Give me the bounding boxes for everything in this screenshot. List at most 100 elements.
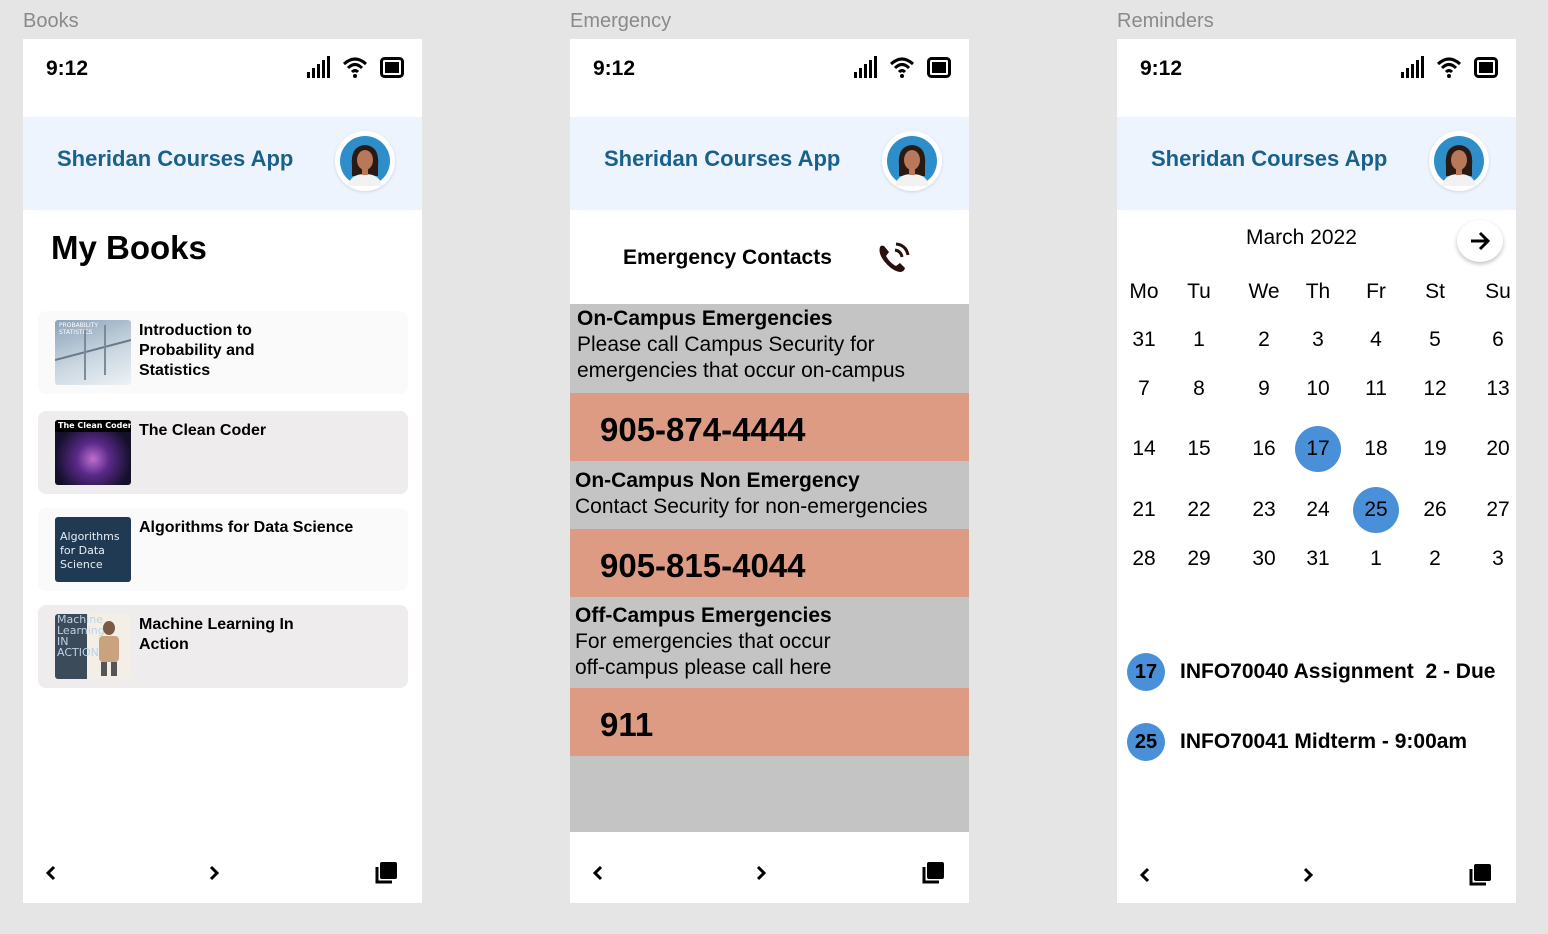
page-title: My Books: [51, 229, 207, 266]
weekday-label: St: [1425, 280, 1445, 303]
section-description: For emergencies that occur: [575, 630, 831, 653]
wifi-icon: [889, 56, 915, 83]
chevron-right-icon[interactable]: [1292, 859, 1324, 891]
bottom-nav: [23, 843, 422, 903]
section-off-campus: Off-Campus Emergencies For emergencies t…: [575, 603, 969, 681]
status-time: 9:12: [46, 57, 89, 80]
phone-ringing-icon[interactable]: [876, 241, 914, 280]
battery-icon: [927, 56, 951, 83]
avatar[interactable]: [335, 131, 395, 191]
emergency-screen: 9:12 Sheridan Courses App Emergency Cont…: [570, 39, 969, 903]
reminder-day-badge: 17: [1127, 653, 1165, 691]
app-title: Sheridan Courses App: [57, 146, 294, 171]
calendar-day[interactable]: 9: [1241, 366, 1287, 412]
phone-number[interactable]: 905-874-4444: [600, 411, 806, 449]
book-item[interactable]: The Clean Coder The Clean Coder: [38, 411, 408, 494]
reminder-item[interactable]: 25 INFO70041 Midterm - 9:00am: [1127, 723, 1467, 761]
section-title: On-Campus Non Emergency: [575, 469, 860, 492]
weekday-label: Su: [1485, 280, 1511, 303]
calendar-day[interactable]: 2: [1241, 317, 1287, 363]
book-item[interactable]: Algorithms for Data Science Algorithms f…: [38, 508, 408, 591]
calendar-day[interactable]: 10: [1295, 366, 1341, 412]
battery-icon: [380, 56, 404, 83]
bottom-nav: [570, 843, 969, 903]
calendar-day[interactable]: 14: [1121, 426, 1167, 472]
calendar-day[interactable]: 6: [1475, 317, 1516, 363]
calendar-day[interactable]: 18: [1353, 426, 1399, 472]
calendar-day[interactable]: 2: [1412, 536, 1458, 582]
calendar-day[interactable]: 15: [1176, 426, 1222, 472]
section-title: Off-Campus Emergencies: [575, 604, 832, 627]
calendar-day[interactable]: 12: [1412, 366, 1458, 412]
calendar-day[interactable]: 23: [1241, 487, 1287, 533]
chevron-right-icon[interactable]: [745, 857, 777, 889]
calendar-day[interactable]: 1: [1176, 317, 1222, 363]
book-cover: The Clean Coder: [55, 420, 131, 485]
reminder-item[interactable]: 17 INFO70040 Assignment 2 - Due: [1127, 653, 1495, 691]
calendar-day[interactable]: 27: [1475, 487, 1516, 533]
phone-number[interactable]: 905-815-4044: [600, 547, 806, 585]
book-item[interactable]: PROBABILITY STATISTICS Introduction to P…: [38, 311, 408, 394]
phone-number-row[interactable]: 911: [570, 688, 969, 756]
avatar[interactable]: [882, 131, 942, 191]
copy-icon[interactable]: [1464, 859, 1496, 891]
frame-label-reminders: Reminders: [1117, 10, 1214, 32]
chevron-left-icon[interactable]: [35, 857, 67, 889]
bottom-nav: [1117, 843, 1516, 903]
copy-icon[interactable]: [917, 857, 949, 889]
reminder-text: INFO70040 Assignment 2 - Due: [1180, 660, 1496, 683]
signal-icon: [853, 56, 877, 83]
weekday-label: Mo: [1129, 280, 1159, 303]
wifi-icon: [1436, 56, 1462, 83]
calendar-day[interactable]: 24: [1295, 487, 1341, 533]
signal-icon: [306, 56, 330, 83]
reminder-text: INFO70041 Midterm - 9:00am: [1180, 730, 1468, 753]
avatar[interactable]: [1429, 131, 1489, 191]
calendar-day[interactable]: 30: [1241, 536, 1287, 582]
phone-number-row[interactable]: 905-874-4444: [570, 393, 969, 461]
calendar-day[interactable]: 22: [1176, 487, 1222, 533]
book-cover: PROBABILITY STATISTICS: [55, 320, 131, 385]
weekday-label: Fr: [1366, 280, 1386, 303]
calendar-day-highlighted[interactable]: 25: [1353, 487, 1399, 533]
arrow-right-icon[interactable]: [1457, 220, 1503, 262]
calendar-day[interactable]: 21: [1121, 487, 1167, 533]
wifi-icon: [342, 56, 368, 83]
calendar-day[interactable]: 19: [1412, 426, 1458, 472]
calendar-day[interactable]: 8: [1176, 366, 1222, 412]
calendar-day[interactable]: 31: [1121, 317, 1167, 363]
chevron-right-icon[interactable]: [198, 857, 230, 889]
calendar-day[interactable]: 28: [1121, 536, 1167, 582]
calendar-day[interactable]: 26: [1412, 487, 1458, 533]
app-header: Sheridan Courses App: [570, 117, 969, 210]
calendar-day[interactable]: 3: [1475, 536, 1516, 582]
copy-icon[interactable]: [370, 857, 402, 889]
phone-number-row[interactable]: 905-815-4044: [570, 529, 969, 597]
book-item[interactable]: Machine Learning IN ACTION Machine Learn…: [38, 605, 408, 688]
chevron-left-icon[interactable]: [582, 857, 614, 889]
section-description: Contact Security for non-emergencies: [575, 495, 928, 518]
calendar-day[interactable]: 7: [1121, 366, 1167, 412]
calendar-day[interactable]: 1: [1353, 536, 1399, 582]
app-title: Sheridan Courses App: [604, 146, 841, 171]
calendar-day[interactable]: 3: [1295, 317, 1341, 363]
calendar-day[interactable]: 11: [1353, 366, 1399, 412]
calendar-day-highlighted[interactable]: 17: [1295, 426, 1341, 472]
weekday-label: Th: [1305, 280, 1331, 303]
frame-label-books: Books: [23, 10, 79, 32]
signal-icon: [1400, 56, 1424, 83]
calendar-day[interactable]: 5: [1412, 317, 1458, 363]
calendar-day[interactable]: 29: [1176, 536, 1222, 582]
calendar-day[interactable]: 13: [1475, 366, 1516, 412]
status-time: 9:12: [1140, 57, 1183, 80]
calendar-day[interactable]: 4: [1353, 317, 1399, 363]
book-cover: Algorithms for Data Science: [55, 517, 131, 582]
reminders-screen: 9:12 Sheridan Courses App March 2022 Mo T…: [1117, 39, 1516, 903]
phone-number[interactable]: 911: [600, 706, 653, 744]
frame-label-emergency: Emergency: [570, 10, 672, 32]
chevron-left-icon[interactable]: [1129, 859, 1161, 891]
calendar-day[interactable]: 16: [1241, 426, 1287, 472]
calendar-day[interactable]: 31: [1295, 536, 1341, 582]
books-screen: 9:12 Sheridan Courses App My Books PROBA…: [23, 39, 422, 903]
calendar-day[interactable]: 20: [1475, 426, 1516, 472]
